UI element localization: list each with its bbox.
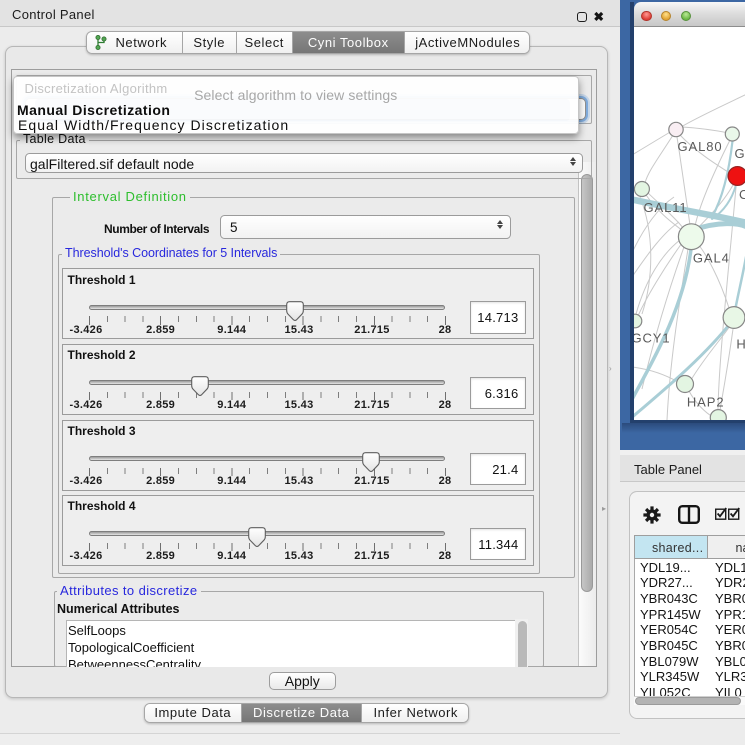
- svg-text:H: H: [736, 337, 745, 352]
- svg-text:GAL11: GAL11: [643, 200, 687, 215]
- svg-text:C: C: [739, 187, 745, 202]
- svg-text:HAP2: HAP2: [686, 395, 724, 410]
- svg-text:GAL4: GAL4: [692, 251, 729, 266]
- svg-text:GA: GA: [734, 146, 745, 161]
- svg-text:GCY1: GCY1: [634, 331, 671, 346]
- svg-text:GAL80: GAL80: [677, 139, 722, 154]
